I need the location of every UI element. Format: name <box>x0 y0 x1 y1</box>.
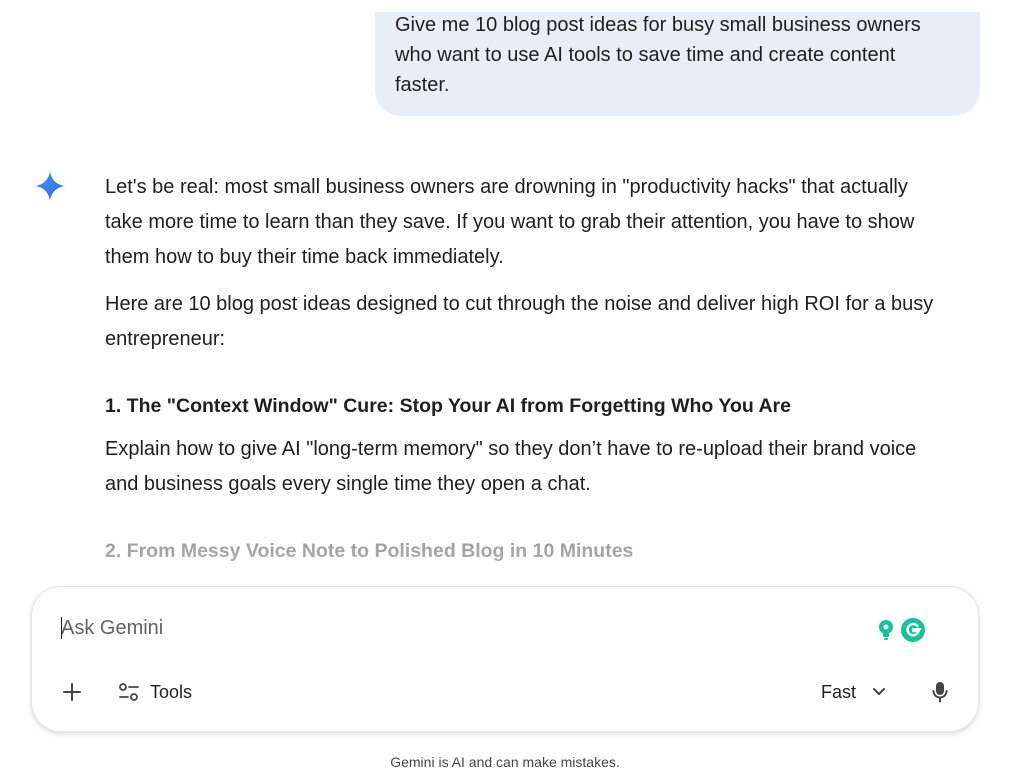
microphone-button[interactable] <box>926 678 954 706</box>
tools-sliders-icon <box>119 683 139 701</box>
user-message-line: who want to use AI tools to save time an… <box>395 44 896 66</box>
text-caret <box>61 617 62 639</box>
user-message-line: faster. <box>395 74 450 96</box>
model-mode-dropdown[interactable]: Fast <box>821 678 886 706</box>
idea-body: Explain how to give AI "long-term memory… <box>105 432 955 502</box>
ai-disclaimer: Gemini is AI and can make mistakes. <box>390 754 620 770</box>
response-line: and business goals every single time the… <box>105 473 591 495</box>
grammarly-icon[interactable] <box>901 618 925 642</box>
response-paragraph: Let's be real: most small business owner… <box>105 170 955 275</box>
mode-label: Fast <box>821 681 857 702</box>
prompt-input[interactable] <box>61 614 841 642</box>
response-line: Let's be real: most small business owner… <box>105 176 908 198</box>
user-message-bubble: Give me 10 blog post ideas for busy smal… <box>375 12 980 116</box>
response-line: them how to buy their time back immediat… <box>105 246 504 268</box>
lightbulb-icon[interactable] <box>875 617 897 643</box>
microphone-icon <box>932 682 948 703</box>
response-line: Explain how to give AI "long-term memory… <box>105 438 917 460</box>
chevron-down-icon <box>873 688 886 695</box>
response-line: entrepreneur: <box>105 328 226 350</box>
extension-icons <box>875 615 931 645</box>
user-message-line: Give me 10 blog post ideas for busy smal… <box>395 14 921 36</box>
gemini-sparkle-icon <box>35 171 65 201</box>
tools-button[interactable]: Tools <box>118 678 192 706</box>
idea-heading: 2. From Messy Voice Note to Polished Blo… <box>105 540 634 562</box>
tools-label: Tools <box>150 681 193 702</box>
add-attachment-button[interactable] <box>58 678 86 706</box>
idea-heading: 1. The "Context Window" Cure: Stop Your … <box>105 395 791 417</box>
response-line: Here are 10 blog post ideas designed to … <box>105 293 934 315</box>
response-line: take more time to learn than they save. … <box>105 211 915 233</box>
plus-icon <box>63 683 81 701</box>
response-paragraph: Here are 10 blog post ideas designed to … <box>105 287 955 357</box>
prompt-composer: Tools Fast <box>31 586 979 732</box>
